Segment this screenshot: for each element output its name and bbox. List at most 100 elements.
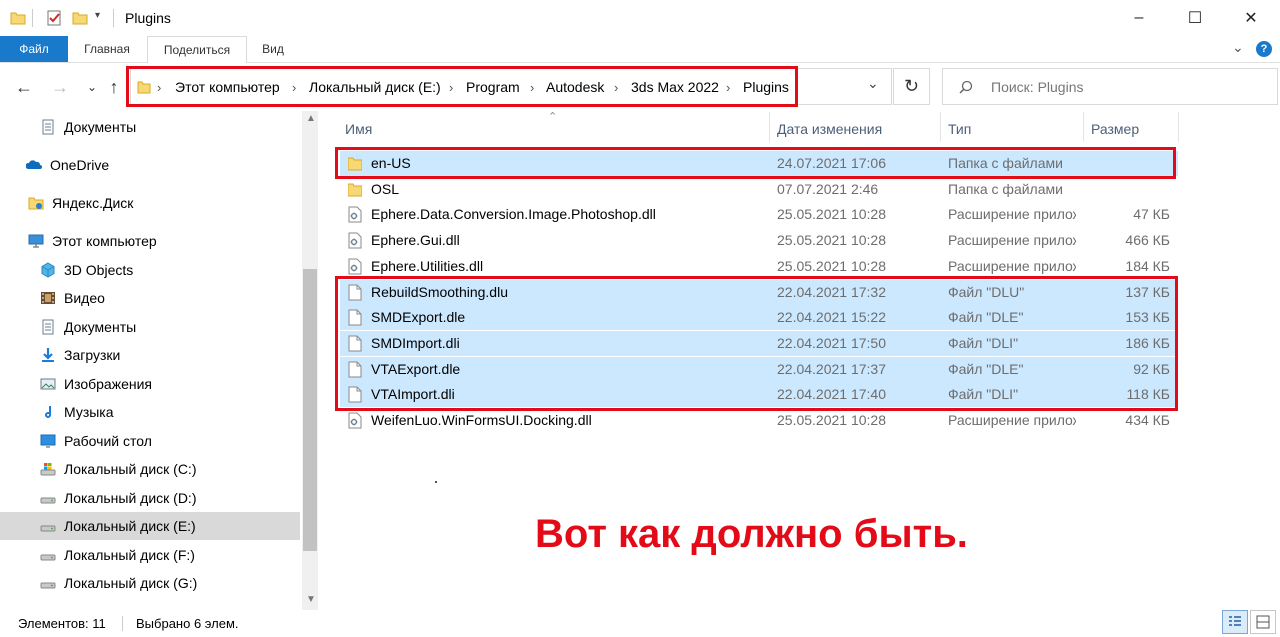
sidebar-item[interactable]: 3D Objects bbox=[0, 256, 300, 284]
sidebar-item[interactable]: Локальный диск (F:) bbox=[0, 541, 300, 569]
3d-objects-icon bbox=[41, 262, 55, 278]
documents-icon bbox=[42, 319, 54, 335]
sidebar-item-label: Документы bbox=[64, 319, 137, 335]
dll-file-icon bbox=[348, 232, 362, 249]
sidebar-item-label: Видео bbox=[64, 290, 105, 306]
ribbon-tabs: Файл Главная Поделиться Вид ⌄ ? bbox=[0, 36, 1280, 63]
folder-icon bbox=[348, 183, 362, 197]
sidebar-item-label: Локальный диск (C:) bbox=[64, 461, 197, 477]
stray-dot bbox=[435, 481, 437, 483]
address-dropdown-icon[interactable]: ⌄ bbox=[867, 75, 879, 92]
refresh-button[interactable]: ↻ bbox=[893, 68, 930, 105]
drive-icon bbox=[40, 525, 56, 532]
minimize-button[interactable]: – bbox=[1116, 0, 1162, 36]
pictures-icon bbox=[40, 378, 56, 390]
file-type: Расширение приложения bbox=[948, 412, 1076, 428]
scrollbar-thumb[interactable] bbox=[303, 269, 317, 551]
maximize-button[interactable]: ☐ bbox=[1172, 0, 1218, 36]
column-header-name[interactable]: Имя bbox=[345, 116, 372, 142]
sidebar-item[interactable]: Локальный диск (C:) bbox=[0, 455, 300, 483]
customize-toolbar-icon[interactable]: ▾ bbox=[95, 10, 100, 21]
column-divider[interactable] bbox=[769, 112, 770, 142]
sort-ascending-icon: ⌃ bbox=[548, 111, 558, 123]
this-pc-icon bbox=[28, 234, 44, 248]
sidebar-item-label: Загрузки bbox=[64, 347, 121, 363]
details-view-button[interactable] bbox=[1222, 610, 1248, 634]
new-folder-icon[interactable] bbox=[72, 10, 88, 26]
sidebar-item[interactable]: Рабочий стол bbox=[0, 427, 300, 455]
file-name: Ephere.Gui.dll bbox=[371, 232, 460, 249]
title-bar: ▾ Plugins – ☐ ✕ bbox=[0, 0, 1280, 36]
sidebar-item[interactable]: Изображения bbox=[0, 370, 300, 398]
file-row[interactable]: Ephere.Data.Conversion.Image.Photoshop.d… bbox=[340, 202, 1178, 227]
file-date: 25.05.2021 10:28 bbox=[777, 412, 886, 428]
sidebar-item[interactable]: Загрузки bbox=[0, 341, 300, 369]
sidebar-item[interactable]: Локальный диск (G:) bbox=[0, 569, 300, 597]
sidebar-item[interactable]: OneDrive bbox=[0, 151, 300, 179]
tab-file[interactable]: Файл bbox=[0, 36, 68, 62]
file-type: Расширение приложения bbox=[948, 232, 1076, 249]
sidebar-item-label: Музыка bbox=[64, 404, 114, 420]
sidebar-item-label: OneDrive bbox=[50, 157, 110, 173]
sidebar-item-label: Локальный диск (E:) bbox=[64, 518, 196, 534]
large-icons-view-button[interactable] bbox=[1250, 610, 1276, 634]
sidebar-item[interactable]: Яндекс.Диск bbox=[0, 189, 300, 217]
folder-highlight-box bbox=[335, 147, 1176, 179]
dll-file-icon bbox=[348, 206, 362, 223]
caption-text: Вот как должно быть. bbox=[535, 512, 968, 556]
folder-row[interactable]: OSL 07.07.2021 2:46 Папка с файлами bbox=[340, 177, 1178, 202]
help-icon[interactable]: ? bbox=[1256, 41, 1272, 57]
file-date: 25.05.2021 10:28 bbox=[777, 206, 886, 223]
file-type: Папка с файлами bbox=[948, 180, 1063, 197]
expand-ribbon-icon[interactable]: ⌄ bbox=[1232, 39, 1244, 56]
item-count: Элементов: 11 bbox=[18, 616, 106, 631]
dll-file-icon bbox=[348, 412, 362, 429]
close-button[interactable]: ✕ bbox=[1228, 0, 1274, 36]
sidebar-item[interactable]: Музыка bbox=[0, 398, 300, 426]
column-divider[interactable] bbox=[1178, 112, 1179, 142]
sidebar-item-label: Локальный диск (G:) bbox=[64, 575, 198, 591]
documents-icon bbox=[42, 119, 54, 135]
back-button[interactable]: ← bbox=[10, 73, 38, 101]
column-header-type[interactable]: Тип bbox=[948, 116, 971, 142]
search-field[interactable]: Поиск: Plugins bbox=[942, 68, 1278, 105]
sidebar-item[interactable]: Документы bbox=[0, 113, 300, 141]
file-size: 434 КБ bbox=[1125, 412, 1170, 428]
selection-count: Выбрано 6 элем. bbox=[136, 616, 239, 631]
tab-home[interactable]: Главная bbox=[78, 36, 136, 62]
column-header-size[interactable]: Размер bbox=[1091, 116, 1139, 142]
files-highlight-box bbox=[335, 276, 1178, 411]
sidebar-item-label: Изображения bbox=[64, 376, 152, 392]
file-size bbox=[1080, 177, 1170, 202]
column-divider[interactable] bbox=[1083, 112, 1084, 142]
yandex-disk-icon bbox=[28, 197, 44, 210]
scroll-down-icon[interactable]: ▼ bbox=[306, 594, 316, 605]
properties-icon[interactable] bbox=[46, 10, 62, 26]
sidebar-item[interactable]: Локальный диск (D:) bbox=[0, 484, 300, 512]
sidebar-item-label: Яндекс.Диск bbox=[52, 195, 134, 211]
scroll-up-icon[interactable]: ▲ bbox=[306, 113, 316, 124]
tab-view[interactable]: Вид bbox=[256, 36, 290, 62]
folder-icon bbox=[10, 12, 26, 25]
music-icon bbox=[45, 406, 51, 418]
up-button[interactable]: ↑ bbox=[100, 73, 128, 101]
sidebar-item[interactable]: Локальный диск (E:) bbox=[0, 512, 300, 540]
sidebar-item-label: 3D Objects bbox=[64, 262, 134, 278]
forward-button[interactable]: → bbox=[46, 73, 74, 101]
file-row[interactable]: WeifenLuo.WinFormsUI.Docking.dll 25.05.20… bbox=[340, 408, 1178, 433]
details-view-icon bbox=[1229, 616, 1241, 626]
tab-share[interactable]: Поделиться bbox=[147, 36, 247, 63]
sidebar-item[interactable]: Документы bbox=[0, 313, 300, 341]
search-placeholder: Поиск: Plugins bbox=[991, 79, 1084, 95]
dll-file-icon bbox=[348, 258, 362, 275]
sidebar-item[interactable]: Видео bbox=[0, 284, 300, 312]
sidebar-item-label: Этот компьютер bbox=[52, 233, 157, 249]
sidebar-scrollbar[interactable]: ▲ ▼ bbox=[302, 111, 318, 610]
window-title: Plugins bbox=[125, 10, 171, 26]
sidebar-item[interactable]: Этот компьютер bbox=[0, 227, 300, 255]
file-date: 07.07.2021 2:46 bbox=[777, 180, 879, 197]
large-icons-view-icon bbox=[1256, 615, 1270, 629]
column-divider[interactable] bbox=[940, 112, 941, 142]
column-header-date[interactable]: Дата изменения bbox=[777, 116, 882, 142]
file-row[interactable]: Ephere.Gui.dll 25.05.2021 10:28 Расширение… bbox=[340, 228, 1178, 253]
